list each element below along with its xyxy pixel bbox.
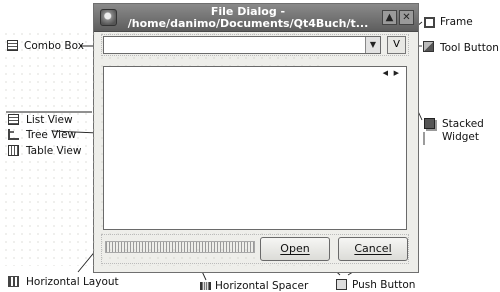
open-button[interactable]: Open [260,237,330,261]
horizontal-spacer-icon [200,282,211,290]
app-icon [100,9,117,26]
path-combo-box[interactable]: ▼ [103,36,381,54]
frame-label: Frame [440,16,473,28]
chevron-down-icon[interactable]: ▼ [365,37,380,53]
cancel-button[interactable]: Cancel [338,237,408,261]
tree-view-icon [8,129,19,140]
minimize-button[interactable]: ▲ [382,10,397,25]
open-button-label: Open [280,242,310,255]
frame-icon [424,17,435,28]
combo-box-icon [7,40,18,51]
horizontal-layout-label: Horizontal Layout [26,276,119,288]
horizontal-spacer [105,241,255,253]
stacked-widget-label-line2: Widget [442,131,479,143]
combo-box-label: Combo Box [24,40,84,52]
table-view-label: Table View [26,145,82,157]
stacked-widget-icon [424,118,435,129]
tree-view-label: Tree View [26,129,77,141]
list-view-icon [8,114,19,125]
table-view-icon [8,145,19,156]
list-view-label: List View [26,114,73,126]
title-bar[interactable]: File Dialog - /home/danimo/Documents/Qt4… [94,4,418,32]
close-button[interactable]: ✕ [399,10,414,25]
title-line-2: /home/danimo/Documents/Qt4Buch/t... [127,16,369,30]
stacked-prev-icon[interactable]: ◀ [383,69,388,77]
stacked-widget-label-line1: Stacked [442,118,484,130]
stacked-widget-frame[interactable]: ◀ ▶ [103,66,407,230]
stacked-next-icon[interactable]: ▶ [394,69,399,77]
tool-button[interactable]: V [387,36,406,54]
tool-button-label: Tool Button [440,42,499,54]
window-title: File Dialog - /home/danimo/Documents/Qt4… [122,6,374,29]
tool-button-icon [423,41,434,52]
horizontal-layout-icon [8,276,19,287]
push-button-label: Push Button [352,279,416,291]
title-line-1: File Dialog - [210,5,286,18]
cancel-button-label: Cancel [354,242,392,255]
push-button-icon [336,279,347,290]
horizontal-spacer-label: Horizontal Spacer [215,280,309,292]
